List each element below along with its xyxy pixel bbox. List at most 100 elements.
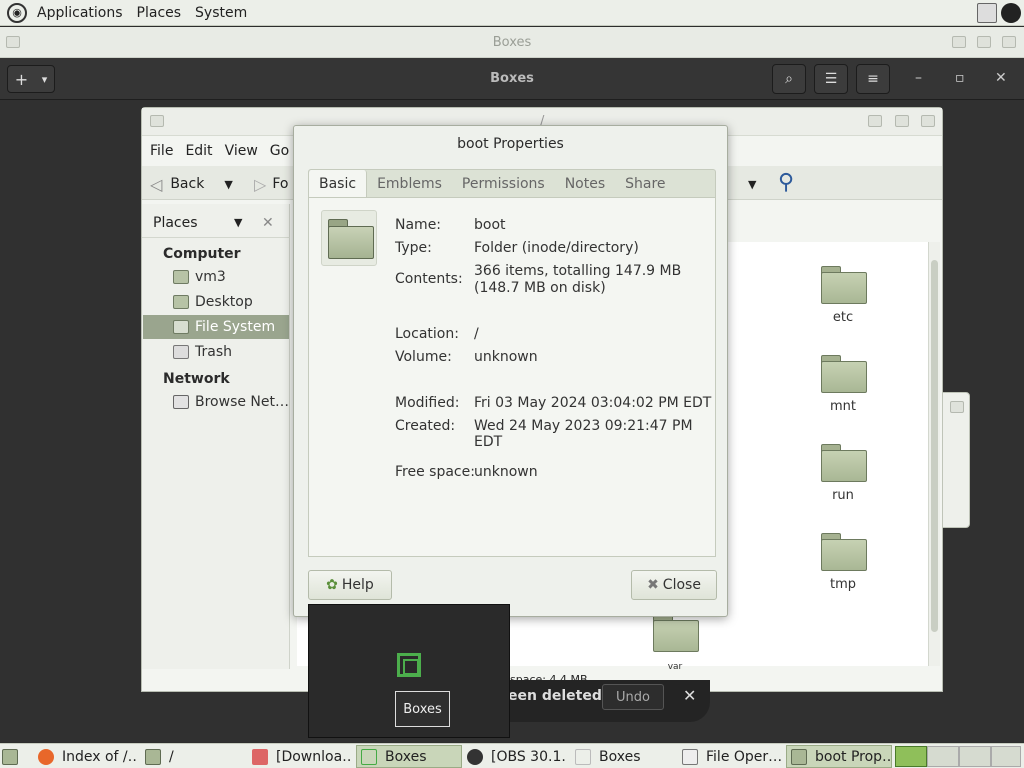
- sidebar-item-vm3[interactable]: vm3: [143, 265, 289, 289]
- tab-share[interactable]: Share: [615, 170, 675, 198]
- type-value: Folder (inode/directory): [474, 240, 639, 256]
- workspace-2[interactable]: [927, 746, 959, 767]
- sidebar-item-label: Trash: [195, 344, 232, 360]
- location-value: /: [474, 326, 479, 342]
- window-preview-thumbnail[interactable]: Boxes: [308, 604, 510, 738]
- sidebar-section-computer: Computer: [163, 246, 241, 262]
- task-root-folder[interactable]: /: [145, 745, 245, 768]
- fm-maximize-icon[interactable]: [895, 115, 909, 127]
- search-icon[interactable]: ⚲: [778, 170, 794, 195]
- folder-item-run[interactable]: run: [811, 444, 875, 503]
- free-space-value: unknown: [474, 464, 538, 480]
- task-label: /: [169, 748, 174, 765]
- header-close-icon[interactable]: ✕: [995, 70, 1007, 86]
- scrollbar-thumb[interactable]: [931, 260, 938, 632]
- sidebar-item-desktop[interactable]: Desktop: [143, 290, 289, 314]
- workspace-switcher[interactable]: [895, 745, 1023, 768]
- properties-dialog: boot Properties Basic Emblems Permission…: [293, 125, 728, 617]
- search-icon: ⌕: [785, 71, 793, 87]
- sidebar-close-icon[interactable]: ✕: [262, 215, 274, 231]
- fm-close-icon[interactable]: [921, 115, 935, 127]
- sidebar-header[interactable]: Places ▼ ✕: [142, 208, 290, 238]
- applications-menu[interactable]: Applications: [33, 5, 127, 21]
- snackbar-close-icon[interactable]: ✕: [683, 686, 696, 705]
- list-view-button[interactable]: ☰: [814, 64, 848, 94]
- tab-permissions[interactable]: Permissions: [452, 170, 555, 198]
- boxes-icon: [361, 748, 377, 765]
- task-file-operations[interactable]: File Oper…: [682, 745, 782, 768]
- folder-label: etc: [832, 310, 854, 325]
- task-obs[interactable]: [OBS 30.1.…: [467, 745, 567, 768]
- sidebar-item-file-system[interactable]: File System: [143, 315, 289, 339]
- network-icon: [173, 395, 189, 409]
- header-maximize-icon[interactable]: ▫: [955, 70, 965, 86]
- drive-icon: [173, 320, 189, 334]
- sidebar-item-trash[interactable]: Trash: [143, 340, 289, 364]
- search-button[interactable]: ⌕: [772, 64, 806, 94]
- task-label: boot Prop…: [815, 748, 892, 765]
- workspace-3[interactable]: [959, 746, 991, 767]
- file-view-scrollbar[interactable]: [928, 242, 940, 666]
- folder-icon: [653, 614, 699, 652]
- volume-value: unknown: [474, 349, 538, 365]
- bg-window-menu-icon[interactable]: [950, 401, 964, 413]
- menu-go[interactable]: Go: [270, 143, 289, 159]
- fm-window-menu-icon[interactable]: [150, 115, 164, 127]
- task-downloads[interactable]: [Downloa…: [252, 745, 352, 768]
- folder-item-mnt[interactable]: mnt: [811, 355, 875, 414]
- calculator-icon[interactable]: [977, 3, 997, 23]
- contents-disk-value: (148.7 MB on disk): [474, 280, 606, 296]
- sidebar-title: Places: [153, 214, 198, 231]
- workspace-1[interactable]: [895, 746, 927, 767]
- sidebar-dropdown-icon[interactable]: ▼: [234, 216, 242, 229]
- forward-arrow-icon: ▷: [254, 174, 267, 194]
- folder-icon: [821, 355, 867, 393]
- task-boot-properties[interactable]: boot Prop…: [786, 745, 892, 768]
- help-button[interactable]: ✿ Help: [308, 570, 392, 600]
- tab-notes[interactable]: Notes: [555, 170, 615, 198]
- sidebar-item-browse-network[interactable]: Browse Net…: [143, 390, 289, 414]
- undo-button[interactable]: Undo: [602, 684, 664, 710]
- distro-logo-icon[interactable]: ◉: [7, 2, 27, 23]
- close-icon[interactable]: [1002, 36, 1016, 48]
- places-menu[interactable]: Places: [133, 5, 186, 21]
- close-button[interactable]: ✖ Close: [631, 570, 717, 600]
- show-desktop-button[interactable]: [2, 745, 24, 768]
- sidebar-item-label: Desktop: [195, 294, 253, 310]
- bottom-taskbar: Index of /… / [Downloa… Boxes [OBS 30.1.…: [0, 743, 1024, 768]
- places-sidebar: Places ▼ ✕ Computer vm3 Desktop File Sys…: [142, 204, 290, 669]
- task-firefox[interactable]: Index of /…: [38, 745, 138, 768]
- help-label: Help: [341, 577, 374, 593]
- forward-button[interactable]: ▷ Fo: [254, 171, 288, 197]
- folder-item-var[interactable]: var: [643, 614, 707, 673]
- tab-basic[interactable]: Basic: [308, 170, 368, 198]
- menu-view[interactable]: View: [225, 143, 258, 159]
- created-value: Wed 24 May 2023 09:21:47 PM EDT: [474, 418, 693, 450]
- header-minimize-icon[interactable]: –: [915, 70, 922, 86]
- menu-edit[interactable]: Edit: [185, 143, 212, 159]
- task-boxes-2[interactable]: Boxes: [575, 745, 675, 768]
- maximize-icon[interactable]: [977, 36, 991, 48]
- fm-minimize-icon[interactable]: [868, 115, 882, 127]
- close-x-icon: ✖: [647, 577, 659, 593]
- obs-icon[interactable]: [1001, 3, 1021, 23]
- volume-label: Volume:: [395, 349, 452, 365]
- back-button[interactable]: ◁ Back ▼: [150, 171, 233, 197]
- folder-icon-button[interactable]: [321, 210, 377, 266]
- task-boxes-active[interactable]: Boxes: [356, 745, 462, 768]
- name-value[interactable]: boot: [474, 217, 506, 233]
- folder-item-etc[interactable]: etc: [811, 266, 875, 325]
- back-dropdown-icon[interactable]: ▼: [224, 178, 232, 191]
- folder-item-tmp[interactable]: tmp: [811, 533, 875, 592]
- task-label: Boxes: [599, 748, 641, 765]
- view-dropdown-icon[interactable]: ▼: [748, 178, 756, 191]
- main-menu-button[interactable]: ≡: [856, 64, 890, 94]
- tab-emblems[interactable]: Emblems: [367, 170, 452, 198]
- task-label: [OBS 30.1.…: [491, 748, 567, 765]
- menu-file[interactable]: File: [150, 143, 173, 159]
- system-menu[interactable]: System: [191, 5, 251, 21]
- minimize-icon[interactable]: [952, 36, 966, 48]
- workspace-4[interactable]: [991, 746, 1021, 767]
- help-icon: ✿: [326, 577, 338, 593]
- desktop-folder-icon: [173, 295, 189, 309]
